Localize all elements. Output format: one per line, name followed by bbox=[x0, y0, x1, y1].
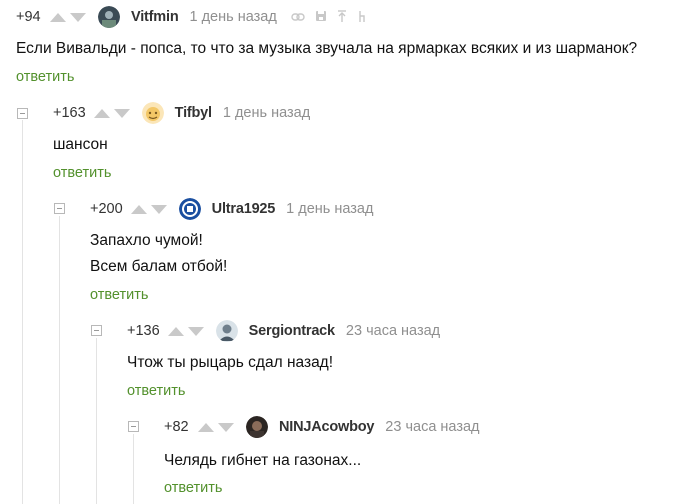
downvote-icon[interactable] bbox=[218, 422, 234, 432]
comment-header: +136 Sergiontrack 23 часа назад bbox=[127, 320, 440, 342]
comment-line: шансон bbox=[53, 136, 108, 153]
timestamp[interactable]: 1 день назад bbox=[286, 201, 373, 217]
reply-button[interactable]: ответить bbox=[127, 383, 185, 399]
upvote-icon[interactable] bbox=[198, 422, 214, 432]
upvote-icon[interactable] bbox=[50, 12, 66, 22]
comment-text: Если Вивальди - попса, то что за музыка … bbox=[16, 36, 637, 62]
reply-button[interactable]: ответить bbox=[53, 165, 111, 181]
comment-rating: +200 bbox=[90, 201, 123, 217]
thread-line bbox=[22, 120, 23, 504]
save-icon[interactable] bbox=[315, 10, 327, 24]
comment-line: Челядь гибнет на газонах... bbox=[164, 452, 362, 469]
timestamp[interactable]: 1 день назад bbox=[223, 105, 310, 121]
go-to-parent-icon[interactable] bbox=[337, 9, 347, 25]
collapse-thread-button[interactable] bbox=[17, 108, 28, 119]
timestamp[interactable]: 23 часа назад bbox=[346, 323, 440, 339]
link-icon[interactable] bbox=[291, 11, 305, 24]
username[interactable]: Ultra1925 bbox=[212, 201, 276, 217]
comment-rating: +82 bbox=[164, 419, 189, 435]
comment-line: Запахло чумой! bbox=[90, 232, 203, 249]
branch-icon[interactable] bbox=[357, 10, 367, 25]
avatar[interactable] bbox=[178, 198, 201, 220]
thread-line bbox=[59, 216, 60, 504]
downvote-icon[interactable] bbox=[70, 12, 86, 22]
thread-line bbox=[133, 434, 134, 504]
username[interactable]: Sergiontrack bbox=[249, 323, 335, 339]
reply-button[interactable]: ответить bbox=[16, 69, 74, 85]
comment-header: +163 Tifbyl 1 день назад bbox=[53, 102, 310, 124]
avatar[interactable] bbox=[246, 416, 268, 438]
comment-header: +82 NINJAcowboy 23 часа назад bbox=[164, 416, 480, 438]
comment-header: +94 Vitfmin 1 день назад bbox=[16, 6, 367, 28]
vote-controls bbox=[93, 108, 130, 118]
avatar[interactable] bbox=[215, 320, 238, 342]
avatar[interactable] bbox=[141, 102, 164, 124]
thread-line bbox=[96, 338, 97, 504]
reply-button[interactable]: ответить bbox=[164, 480, 222, 496]
upvote-icon[interactable] bbox=[167, 326, 184, 336]
collapse-thread-button[interactable] bbox=[54, 203, 65, 214]
upvote-icon[interactable] bbox=[93, 108, 110, 118]
comment-rating: +94 bbox=[16, 9, 41, 25]
upvote-icon[interactable] bbox=[130, 204, 147, 214]
comment-text: Запахло чумой! Всем балам отбой! bbox=[90, 228, 227, 280]
collapse-thread-button[interactable] bbox=[91, 325, 102, 336]
vote-controls bbox=[167, 326, 204, 336]
comment-line: Если Вивальди - попса, то что за музыка … bbox=[16, 40, 638, 57]
comment-header: +200 Ultra1925 1 день назад bbox=[90, 198, 373, 220]
collapse-thread-button[interactable] bbox=[128, 421, 139, 432]
comment-rating: +136 bbox=[127, 323, 160, 339]
username[interactable]: Vitfmin bbox=[131, 9, 179, 25]
vote-controls bbox=[130, 204, 167, 214]
comment-text: шансон bbox=[53, 132, 108, 158]
timestamp[interactable]: 1 день назад bbox=[189, 9, 276, 25]
vote-controls bbox=[198, 422, 234, 432]
downvote-icon[interactable] bbox=[113, 108, 130, 118]
username[interactable]: NINJAcowboy bbox=[279, 419, 374, 435]
comment-text: Челядь гибнет на газонах... bbox=[164, 448, 361, 474]
reply-button[interactable]: ответить bbox=[90, 287, 148, 303]
downvote-icon[interactable] bbox=[187, 326, 204, 336]
timestamp[interactable]: 23 часа назад bbox=[385, 419, 479, 435]
comment-tools bbox=[291, 9, 367, 25]
comment-text: Чтож ты рыцарь сдал назад! bbox=[127, 350, 333, 376]
comment-line: Всем балам отбой! bbox=[90, 258, 228, 275]
username[interactable]: Tifbyl bbox=[175, 105, 212, 121]
downvote-icon[interactable] bbox=[150, 204, 167, 214]
comment-line: Чтож ты рыцарь сдал назад! bbox=[127, 354, 334, 371]
comment-rating: +163 bbox=[53, 105, 86, 121]
vote-controls bbox=[50, 12, 86, 22]
avatar[interactable] bbox=[98, 6, 120, 28]
